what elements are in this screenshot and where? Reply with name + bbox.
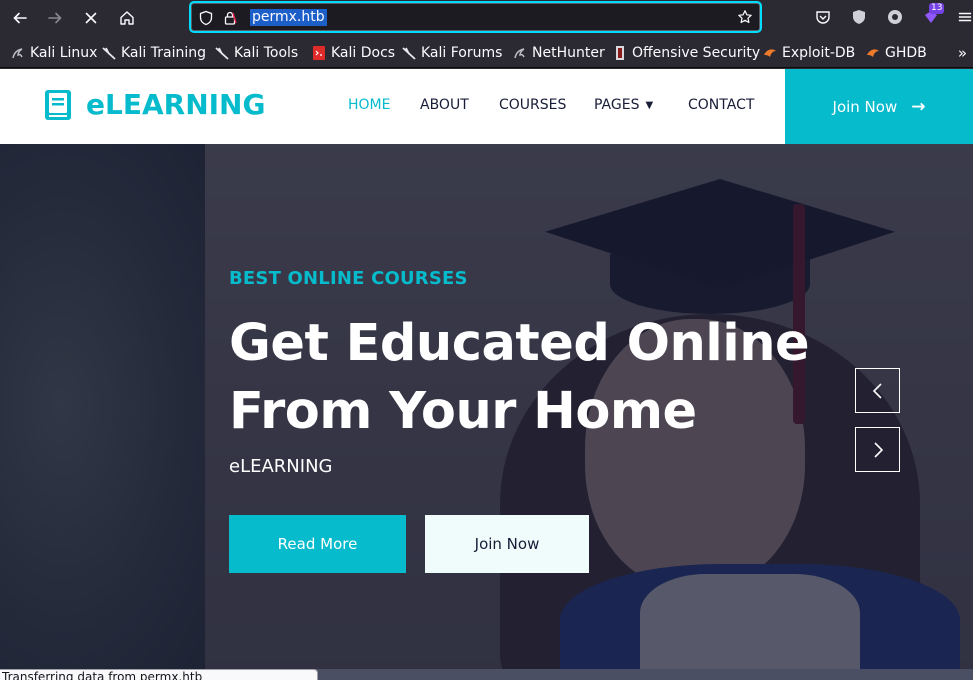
nav-courses[interactable]: COURSES bbox=[499, 97, 566, 113]
kali-dragon-icon bbox=[215, 47, 229, 60]
carousel-next-button[interactable] bbox=[855, 427, 900, 472]
shield-extension-icon bbox=[853, 10, 865, 24]
bookmark-label: Kali Tools bbox=[234, 45, 299, 61]
bookmark-offensive-security[interactable]: Offensive Security bbox=[612, 43, 760, 63]
web-page: eLEARNING HOME ABOUT COURSES PAGES ▼ CONT… bbox=[0, 69, 973, 680]
bookmark-label: Kali Linux bbox=[30, 45, 98, 61]
stop-button[interactable] bbox=[78, 6, 104, 30]
bookmarks-bar: Kali Linux Kali Training Kali Tools Kali… bbox=[0, 37, 973, 68]
bookmark-label: Kali Forums bbox=[421, 45, 503, 61]
extension-circle-button[interactable] bbox=[886, 8, 904, 26]
home-icon bbox=[120, 11, 134, 25]
bookmark-ghdb[interactable]: GHDB bbox=[865, 43, 927, 63]
extension-badge-count: 13 bbox=[929, 3, 945, 14]
circle-extension-icon bbox=[888, 10, 902, 24]
kali-dragon-icon bbox=[12, 48, 23, 59]
bookmark-kali-docs[interactable]: Kali Docs bbox=[311, 43, 395, 63]
carousel-prev-button[interactable] bbox=[855, 368, 900, 413]
bookmark-label: Kali Training bbox=[121, 45, 206, 61]
pocket-button[interactable] bbox=[814, 8, 832, 26]
kali-dragon-icon bbox=[402, 47, 416, 60]
pocket-icon bbox=[816, 11, 830, 24]
bookmark-kali-linux[interactable]: Kali Linux bbox=[10, 43, 97, 63]
brand-name: eLEARNING bbox=[86, 88, 266, 121]
home-button[interactable] bbox=[114, 6, 140, 30]
hero-title: Get Educated Online From Your Home bbox=[229, 310, 829, 446]
hero-subtitle: BEST ONLINE COURSES bbox=[229, 268, 468, 289]
bookmark-label: Exploit-DB bbox=[782, 45, 856, 61]
bookmark-kali-tools[interactable]: Kali Tools bbox=[214, 43, 298, 63]
hero-brand-text: eLEARNING bbox=[229, 456, 333, 477]
nethunter-icon bbox=[514, 48, 525, 59]
lock-icon[interactable] bbox=[222, 10, 238, 26]
status-bar: Transferring data from permx.htb bbox=[0, 669, 318, 680]
bookmark-nethunter[interactable]: NetHunter bbox=[512, 43, 605, 63]
bookmark-kali-forums[interactable]: Kali Forums bbox=[401, 43, 502, 63]
nav-home[interactable]: HOME bbox=[348, 97, 390, 113]
exploit-db-icon bbox=[764, 49, 776, 57]
offsec-icon bbox=[616, 46, 624, 60]
nav-pages-dropdown[interactable]: PAGES ▼ bbox=[594, 97, 653, 113]
arrow-right-icon: → bbox=[911, 96, 926, 117]
kali-dragon-icon bbox=[102, 47, 116, 60]
url-bar[interactable]: permx.htb bbox=[189, 1, 762, 33]
nav-contact[interactable]: CONTACT bbox=[688, 97, 754, 113]
chevron-left-icon bbox=[872, 382, 882, 399]
bookmark-label: Offensive Security bbox=[632, 45, 761, 61]
hero-carousel: BEST ONLINE COURSES Get Educated Online … bbox=[0, 144, 973, 669]
close-icon bbox=[85, 12, 97, 24]
browser-toolbar: permx.htb 13 bbox=[0, 0, 973, 37]
join-now-hero-button[interactable]: Join Now bbox=[425, 515, 589, 573]
extension-ublock-button[interactable] bbox=[850, 8, 868, 26]
bookmark-label: Kali Docs bbox=[331, 45, 396, 61]
url-text[interactable]: permx.htb bbox=[250, 9, 327, 26]
ghdb-icon bbox=[867, 49, 879, 57]
menu-button[interactable] bbox=[958, 8, 972, 26]
nav-about[interactable]: ABOUT bbox=[420, 97, 469, 113]
chevron-right-icon bbox=[873, 441, 883, 458]
bookmark-kali-training[interactable]: Kali Training bbox=[101, 43, 206, 63]
arrow-right-icon bbox=[48, 12, 62, 24]
forward-button[interactable] bbox=[42, 6, 68, 30]
arrow-left-icon bbox=[13, 12, 27, 24]
site-navbar: eLEARNING HOME ABOUT COURSES PAGES ▼ CONT… bbox=[0, 69, 973, 144]
star-icon[interactable] bbox=[737, 9, 753, 25]
book-icon bbox=[45, 89, 71, 120]
join-now-nav-button[interactable]: Join Now → bbox=[785, 69, 973, 144]
chevron-down-icon: ▼ bbox=[645, 99, 654, 111]
hamburger-menu-icon bbox=[958, 12, 972, 22]
bookmarks-overflow-icon[interactable]: » bbox=[958, 44, 967, 62]
read-more-button[interactable]: Read More bbox=[229, 515, 406, 573]
kali-docs-icon bbox=[313, 46, 325, 60]
hero-title-line-2: From Your Home bbox=[229, 382, 697, 441]
bookmark-label: GHDB bbox=[885, 45, 927, 61]
site-logo[interactable]: eLEARNING bbox=[44, 88, 265, 121]
join-now-nav-label: Join Now bbox=[832, 97, 898, 116]
back-button[interactable] bbox=[7, 6, 33, 30]
hero-title-line-1: Get Educated Online bbox=[229, 314, 810, 373]
bookmark-exploit-db[interactable]: Exploit-DB bbox=[762, 43, 855, 63]
bookmark-label: NetHunter bbox=[532, 45, 605, 61]
shield-icon[interactable] bbox=[198, 10, 214, 26]
nav-pages-label: PAGES bbox=[594, 97, 640, 113]
